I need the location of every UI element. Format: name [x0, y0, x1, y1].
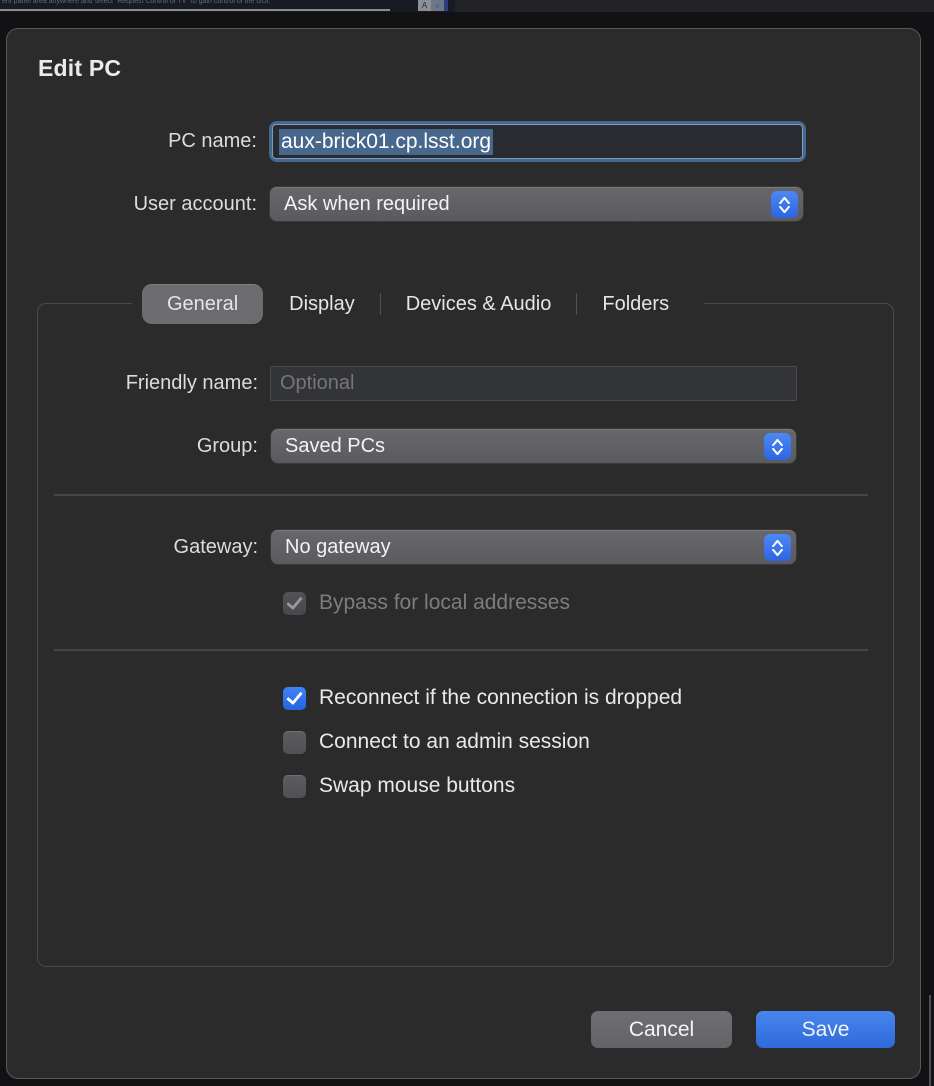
group-select[interactable]: Saved PCs [270, 428, 797, 464]
friendly-name-input[interactable] [270, 366, 797, 401]
admin-session-checkbox-row[interactable]: Connect to an admin session [283, 730, 590, 754]
pc-name-label: PC name: [7, 130, 269, 153]
pc-name-selected-text: aux-brick01.cp.lsst.org [279, 129, 493, 155]
dialog-title: Edit PC [38, 55, 121, 82]
save-button[interactable]: Save [756, 1011, 895, 1048]
user-account-value: Ask when required [284, 193, 450, 216]
background-right-panel [455, 0, 934, 12]
user-account-select[interactable]: Ask when required [269, 186, 804, 222]
gateway-value: No gateway [285, 536, 391, 559]
background-toolbar-icons: A v [418, 0, 448, 11]
tab-display[interactable]: Display [264, 284, 380, 324]
cancel-button[interactable]: Cancel [591, 1011, 732, 1048]
background-scrollbar [0, 9, 390, 11]
bypass-checkbox [283, 592, 306, 615]
admin-session-label: Connect to an admin session [319, 730, 590, 754]
swap-mouse-label: Swap mouse buttons [319, 774, 515, 798]
swap-mouse-checkbox-row[interactable]: Swap mouse buttons [283, 774, 515, 798]
group-row: Group: Saved PCs [38, 428, 893, 464]
group-value: Saved PCs [285, 435, 385, 458]
pc-name-row: PC name: aux-brick01.cp.lsst.org [7, 121, 920, 162]
background-window-text: ent panel area anywhere and select "Requ… [2, 0, 402, 5]
gateway-select[interactable]: No gateway [270, 529, 797, 565]
separator [54, 649, 868, 651]
tab-general[interactable]: General [142, 284, 263, 324]
gateway-label: Gateway: [38, 536, 270, 559]
background-blue-bar [444, 0, 448, 11]
general-tab-panel: Friendly name: Group: Saved PCs Gateway:… [37, 303, 894, 967]
admin-session-checkbox[interactable] [283, 731, 306, 754]
background-blue-icon: v [431, 0, 444, 11]
background-window-strip: ent panel area anywhere and select "Requ… [0, 0, 934, 12]
friendly-name-label: Friendly name: [38, 372, 270, 395]
chevron-up-down-icon [764, 433, 791, 460]
tab-devices-audio[interactable]: Devices & Audio [381, 284, 577, 324]
group-label: Group: [38, 435, 270, 458]
gateway-row: Gateway: No gateway [38, 529, 893, 565]
user-account-row: User account: Ask when required [7, 186, 920, 222]
tab-bar: General Display Devices & Audio Folders [132, 284, 704, 324]
background-letter-icon: A [418, 0, 431, 11]
reconnect-checkbox-row[interactable]: Reconnect if the connection is dropped [283, 686, 682, 710]
user-account-label: User account: [7, 193, 269, 216]
separator [54, 494, 868, 496]
edit-pc-dialog: Edit PC PC name: aux-brick01.cp.lsst.org… [6, 28, 921, 1079]
bypass-checkbox-row: Bypass for local addresses [283, 591, 570, 615]
bypass-label: Bypass for local addresses [319, 591, 570, 615]
chevron-up-down-icon [771, 191, 798, 218]
friendly-name-row: Friendly name: [38, 366, 893, 401]
reconnect-checkbox[interactable] [283, 687, 306, 710]
tab-folders[interactable]: Folders [577, 284, 694, 324]
swap-mouse-checkbox[interactable] [283, 775, 306, 798]
background-window-edge [929, 995, 931, 1086]
reconnect-label: Reconnect if the connection is dropped [319, 686, 682, 710]
pc-name-focus-ring: aux-brick01.cp.lsst.org [269, 121, 806, 162]
chevron-up-down-icon [764, 534, 791, 561]
pc-name-input[interactable]: aux-brick01.cp.lsst.org [272, 124, 803, 159]
